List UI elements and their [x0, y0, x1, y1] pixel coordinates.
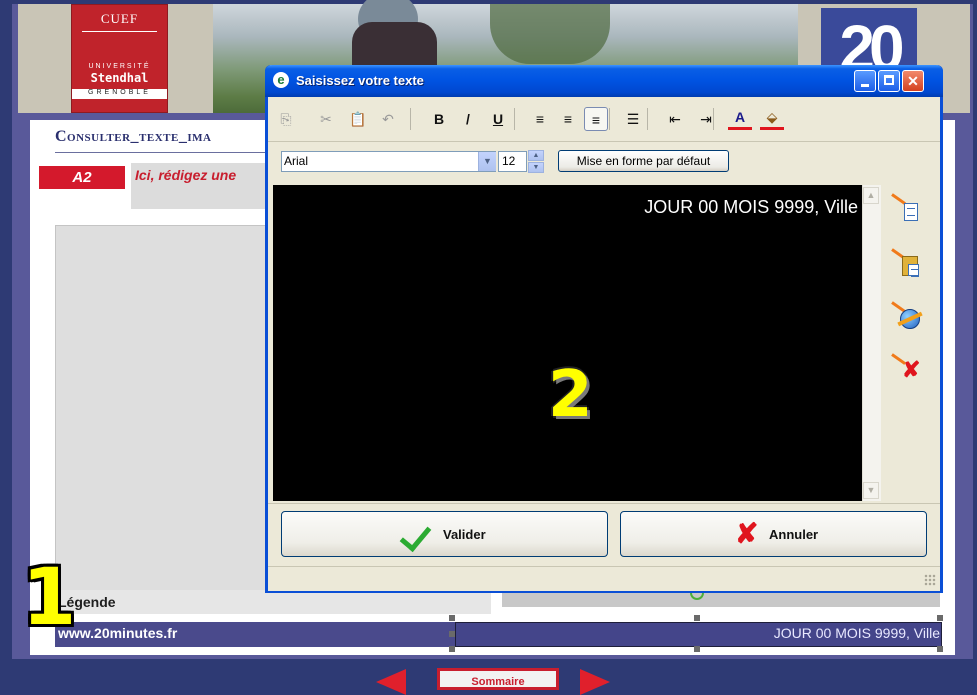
- annotation-marker-1: 1: [22, 553, 77, 643]
- scroll-up-icon[interactable]: ▲: [863, 187, 879, 204]
- font-color-icon[interactable]: A: [728, 107, 752, 130]
- cuef-logo-stendhal: Stendhal: [90, 71, 149, 85]
- outdent-icon[interactable]: ⇤: [663, 107, 687, 131]
- toolbar-separator: [609, 108, 610, 130]
- cancel-label: Annuler: [769, 527, 819, 542]
- legend-bar[interactable]: [55, 590, 491, 614]
- resize-handle[interactable]: [449, 615, 455, 621]
- cuef-logo-grenoble: GRENOBLE: [88, 89, 151, 96]
- cuef-logo: CUEF UNIVERSITÉ Stendhal GRENOBLE: [71, 4, 168, 113]
- resize-handle[interactable]: [449, 646, 455, 652]
- maximize-icon: [884, 75, 894, 85]
- align-right-icon[interactable]: ≡: [584, 107, 608, 131]
- resize-handle[interactable]: [694, 646, 700, 652]
- section-title: Consulter_texte_ima: [55, 128, 212, 145]
- resize-grip-icon[interactable]: [924, 574, 936, 586]
- insert-link-icon[interactable]: [891, 301, 924, 333]
- maximize-button[interactable]: [878, 70, 900, 92]
- underline-icon[interactable]: U: [486, 107, 510, 131]
- app-icon: e: [273, 72, 289, 88]
- align-center-icon[interactable]: ≡: [556, 107, 580, 131]
- cuef-logo-title: CUEF: [100, 11, 139, 26]
- close-icon: ✕: [907, 73, 919, 89]
- editor-date-text: JOUR 00 MOIS 9999, Ville: [644, 197, 858, 217]
- indent-icon[interactable]: ⇥: [694, 107, 718, 131]
- paste-special-icon[interactable]: [891, 248, 924, 280]
- resize-handle[interactable]: [937, 615, 943, 621]
- bold-icon[interactable]: B: [427, 107, 451, 131]
- chevron-down-icon[interactable]: ▼: [478, 152, 496, 171]
- dialog-title: Saisissez votre texte: [296, 73, 424, 88]
- italic-icon[interactable]: /: [456, 107, 480, 131]
- copy-icon[interactable]: ⎘: [274, 107, 298, 131]
- scroll-down-icon[interactable]: ▼: [863, 482, 879, 499]
- sommaire-button[interactable]: Sommaire: [437, 668, 559, 690]
- bullet-list-icon[interactable]: ☰: [621, 107, 645, 131]
- chevron-up-icon[interactable]: ▲: [528, 150, 544, 161]
- cuef-logo-universite: UNIVERSITÉ: [88, 63, 151, 70]
- banner-photo-tree: [490, 4, 610, 64]
- resize-handle[interactable]: [694, 615, 700, 621]
- editor-scrollbar[interactable]: [862, 185, 881, 501]
- resize-handle[interactable]: [449, 631, 455, 637]
- insert-text-icon[interactable]: [891, 193, 924, 225]
- text-editor-area[interactable]: [273, 185, 862, 501]
- font-size-stepper[interactable]: ▲ ▼: [528, 150, 544, 173]
- minimize-icon: [861, 84, 869, 87]
- font-family-select[interactable]: Arial: [281, 151, 496, 172]
- date-text: JOUR 00 MOIS 9999, Ville: [773, 625, 940, 641]
- clear-icon[interactable]: ✘: [891, 353, 924, 385]
- highlight-icon[interactable]: ⬙: [760, 107, 784, 130]
- cross-icon: ✘: [735, 518, 759, 549]
- minimize-button[interactable]: [854, 70, 876, 92]
- instruction-text: Ici, rédigez une: [135, 167, 237, 183]
- annotation-marker-2: 2: [548, 358, 593, 432]
- close-button[interactable]: ✕: [902, 70, 924, 92]
- toolbar-separator: [410, 108, 411, 130]
- resize-handle[interactable]: [937, 646, 943, 652]
- chevron-down-icon[interactable]: ▼: [528, 162, 544, 173]
- align-left-icon[interactable]: ≡: [528, 107, 552, 131]
- validate-label: Valider: [443, 527, 486, 542]
- default-format-button[interactable]: Mise en forme par défaut: [558, 150, 729, 172]
- dialog-statusbar: [268, 566, 940, 591]
- font-size-field[interactable]: 12: [498, 151, 527, 172]
- toolbar-separator: [713, 108, 714, 130]
- undo-icon[interactable]: ↶: [376, 107, 400, 131]
- level-badge: A2: [39, 166, 125, 189]
- previous-arrow-icon[interactable]: [376, 669, 406, 695]
- paste-icon[interactable]: 📋: [346, 107, 370, 131]
- toolbar-separator: [514, 108, 515, 130]
- toolbar-separator: [647, 108, 648, 130]
- cut-icon[interactable]: ✂: [314, 107, 338, 131]
- next-arrow-icon[interactable]: [580, 669, 610, 695]
